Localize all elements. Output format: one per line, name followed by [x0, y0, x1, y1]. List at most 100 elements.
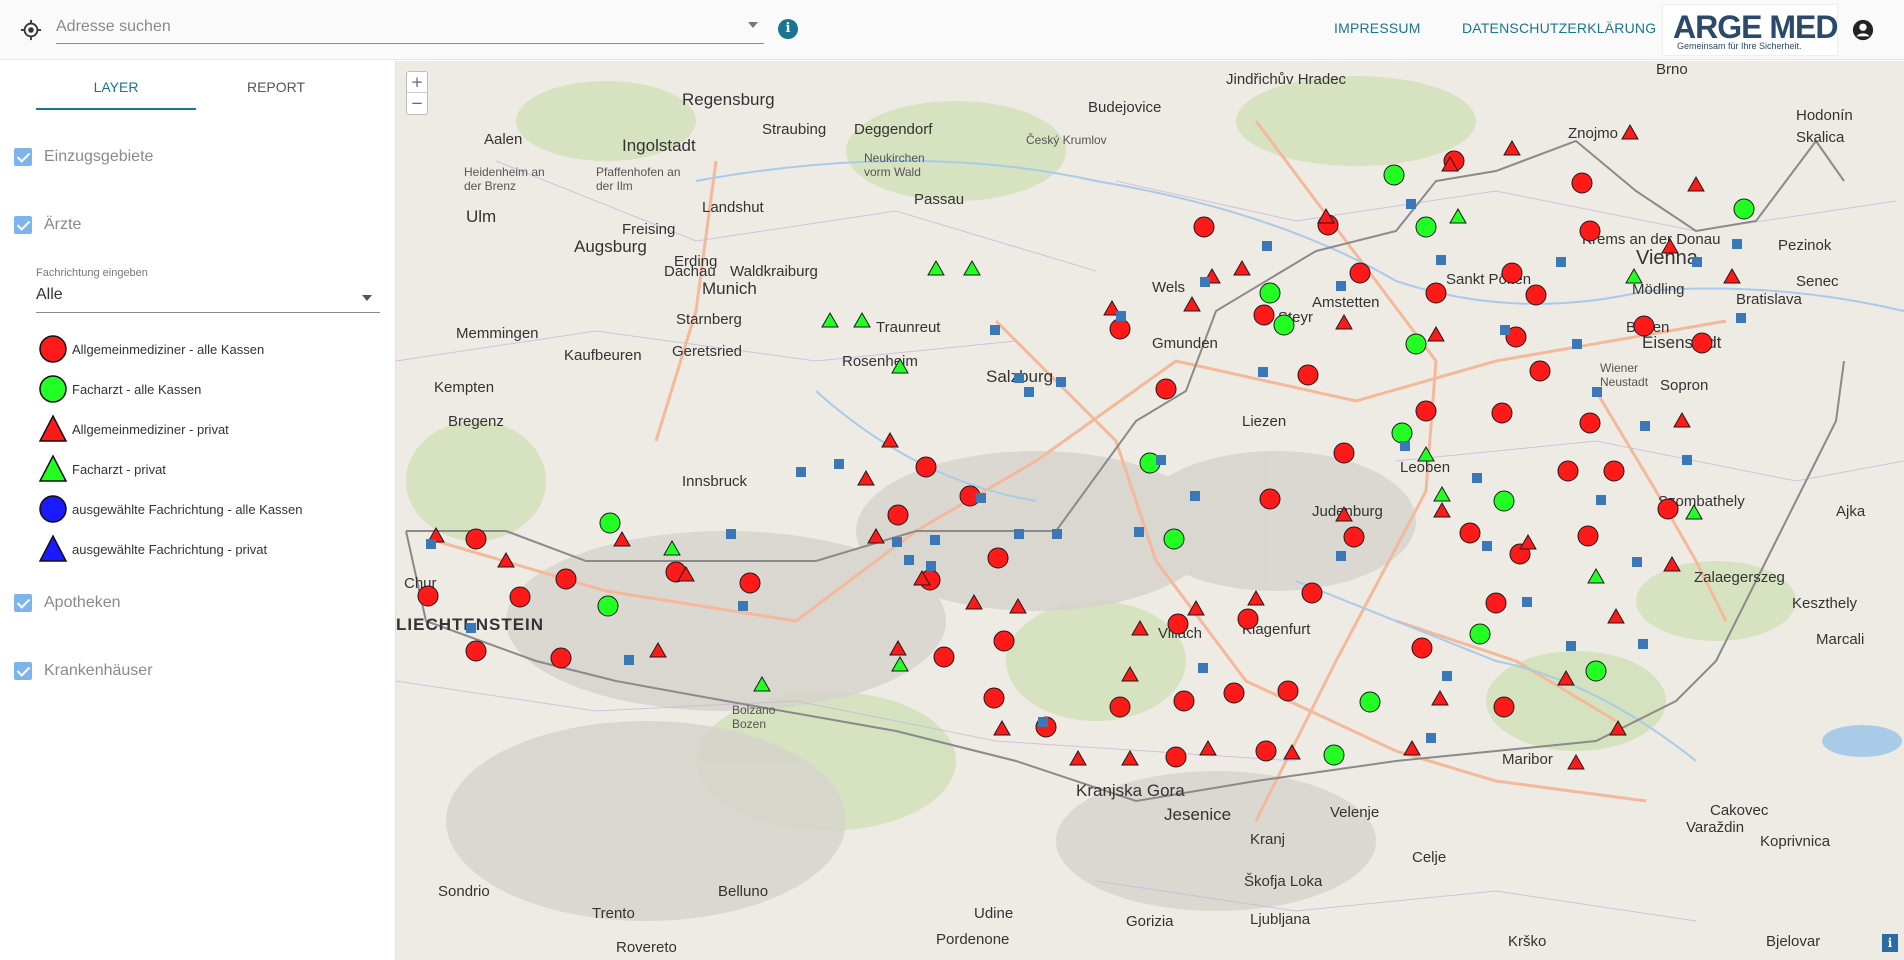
gp-marker[interactable]: [1603, 460, 1625, 482]
specialist-marker[interactable]: [1359, 691, 1381, 713]
gp-private-marker[interactable]: [1233, 259, 1251, 276]
gp-marker[interactable]: [1579, 220, 1601, 242]
gp-private-marker[interactable]: [1121, 749, 1139, 766]
map-view[interactable]: + − Regensburg Ingolstadt Straubing Degg…: [396, 61, 1904, 960]
gp-private-marker[interactable]: [1335, 505, 1353, 522]
pharmacy-marker[interactable]: [904, 555, 914, 565]
pharmacy-marker[interactable]: [926, 561, 936, 571]
gp-marker[interactable]: [465, 528, 487, 550]
specialist-marker[interactable]: [1405, 333, 1427, 355]
specialist-private-marker[interactable]: [1417, 445, 1435, 462]
gp-private-marker[interactable]: [1673, 411, 1691, 428]
gp-private-marker[interactable]: [1131, 619, 1149, 636]
gp-marker[interactable]: [1491, 402, 1513, 424]
pharmacy-marker[interactable]: [1556, 257, 1566, 267]
pharmacy-marker[interactable]: [1038, 717, 1048, 727]
gp-private-marker[interactable]: [1723, 267, 1741, 284]
gp-marker[interactable]: [1155, 378, 1177, 400]
gp-marker[interactable]: [933, 646, 955, 668]
gp-marker[interactable]: [915, 456, 937, 478]
gp-marker[interactable]: [1349, 262, 1371, 284]
gp-private-marker[interactable]: [1687, 175, 1705, 192]
zoom-out-button[interactable]: −: [407, 93, 427, 114]
gp-private-marker[interactable]: [1247, 589, 1265, 606]
specialist-private-marker[interactable]: [1449, 207, 1467, 224]
pharmacy-marker[interactable]: [1156, 455, 1166, 465]
specialist-marker[interactable]: [597, 595, 619, 617]
gp-private-marker[interactable]: [1609, 719, 1627, 736]
gp-marker[interactable]: [465, 640, 487, 662]
gp-marker[interactable]: [1165, 746, 1187, 768]
gp-marker[interactable]: [1343, 526, 1365, 548]
specialist-marker[interactable]: [1585, 660, 1607, 682]
gp-marker[interactable]: [739, 572, 761, 594]
gp-private-marker[interactable]: [1187, 599, 1205, 616]
pharmacy-marker[interactable]: [1056, 377, 1066, 387]
pharmacy-marker[interactable]: [796, 467, 806, 477]
gp-marker[interactable]: [1255, 740, 1277, 762]
info-icon[interactable]: i: [778, 19, 798, 39]
gp-marker[interactable]: [417, 585, 439, 607]
gp-private-marker[interactable]: [993, 719, 1011, 736]
search-dropdown-caret-icon[interactable]: [748, 22, 758, 28]
pharmacy-marker[interactable]: [1592, 387, 1602, 397]
specialist-marker[interactable]: [1383, 164, 1405, 186]
gp-marker[interactable]: [1237, 608, 1259, 630]
pharmacy-marker[interactable]: [1472, 473, 1482, 483]
impressum-link[interactable]: IMPRESSUM: [1334, 20, 1421, 36]
gp-private-marker[interactable]: [1433, 501, 1451, 518]
pharmacy-marker[interactable]: [1500, 325, 1510, 335]
specialist-marker[interactable]: [1163, 528, 1185, 550]
gp-marker[interactable]: [1333, 442, 1355, 464]
gp-private-marker[interactable]: [497, 551, 515, 568]
pharmacy-marker[interactable]: [1200, 277, 1210, 287]
specialist-marker[interactable]: [1273, 314, 1295, 336]
gp-marker[interactable]: [887, 504, 909, 526]
pharmacy-marker[interactable]: [1566, 641, 1576, 651]
gp-marker[interactable]: [1277, 680, 1299, 702]
gp-marker[interactable]: [1109, 318, 1131, 340]
gp-private-marker[interactable]: [1621, 123, 1639, 140]
checkbox-checked-icon[interactable]: [14, 148, 32, 166]
pharmacy-marker[interactable]: [1400, 441, 1410, 451]
fachrichtung-select[interactable]: Alle: [36, 283, 380, 313]
specialist-marker[interactable]: [1391, 422, 1413, 444]
specialist-private-marker[interactable]: [927, 259, 945, 276]
gp-marker[interactable]: [993, 630, 1015, 652]
gp-marker[interactable]: [1493, 696, 1515, 718]
specialist-private-marker[interactable]: [663, 539, 681, 556]
pharmacy-marker[interactable]: [1640, 421, 1650, 431]
pharmacy-marker[interactable]: [1336, 551, 1346, 561]
pharmacy-marker[interactable]: [834, 459, 844, 469]
specialist-marker[interactable]: [1323, 744, 1345, 766]
pharmacy-marker[interactable]: [1572, 339, 1582, 349]
pharmacy-marker[interactable]: [976, 493, 986, 503]
specialist-private-marker[interactable]: [1433, 485, 1451, 502]
specialist-marker[interactable]: [599, 512, 621, 534]
gp-marker[interactable]: [1571, 172, 1593, 194]
pharmacy-marker[interactable]: [1522, 597, 1532, 607]
tab-report[interactable]: REPORT: [196, 79, 356, 95]
gp-marker[interactable]: [1529, 360, 1551, 382]
pharmacy-marker[interactable]: [738, 601, 748, 611]
gp-marker[interactable]: [1253, 304, 1275, 326]
gp-marker[interactable]: [509, 586, 531, 608]
pharmacy-marker[interactable]: [1336, 281, 1346, 291]
account-icon[interactable]: [1852, 19, 1874, 41]
pharmacy-marker[interactable]: [1632, 557, 1642, 567]
pharmacy-marker[interactable]: [1262, 241, 1272, 251]
pharmacy-marker[interactable]: [1024, 387, 1034, 397]
pharmacy-marker[interactable]: [1426, 733, 1436, 743]
gp-private-marker[interactable]: [857, 469, 875, 486]
chevron-down-icon[interactable]: [362, 295, 372, 301]
zoom-in-button[interactable]: +: [407, 72, 427, 93]
specialist-marker[interactable]: [1469, 623, 1491, 645]
checkbox-checked-icon[interactable]: [14, 594, 32, 612]
specialist-private-marker[interactable]: [1625, 267, 1643, 284]
gp-marker[interactable]: [1223, 682, 1245, 704]
gp-marker[interactable]: [1259, 488, 1281, 510]
tab-layer[interactable]: LAYER: [36, 79, 196, 95]
pharmacy-marker[interactable]: [1732, 239, 1742, 249]
gp-private-marker[interactable]: [1607, 607, 1625, 624]
pharmacy-marker[interactable]: [1258, 367, 1268, 377]
